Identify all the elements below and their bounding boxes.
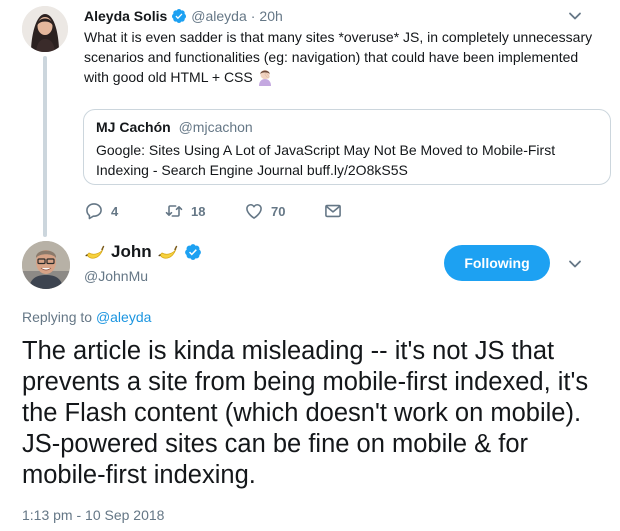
heart-icon [246,203,262,219]
parent-tweet-header: Aleyda Solis @aleyda · 20h [84,6,283,26]
main-tweet-name-row[interactable]: John [84,240,202,264]
author-name[interactable]: Aleyda Solis [84,8,167,24]
like-count: 70 [271,203,286,219]
main-tweet-timestamp[interactable]: 1:13 pm - 10 Sep 2018 [22,507,164,523]
reply-count: 4 [111,203,119,219]
parent-tweet-body: What it is even sadder is that many site… [84,29,593,85]
retweet-icon [165,205,183,217]
avatar-aleyda[interactable] [22,6,68,52]
envelope-icon [325,204,341,218]
like-button[interactable]: 70 [244,200,285,222]
replying-mention-link[interactable]: @aleyda [96,309,151,325]
avatar-john[interactable] [22,241,70,289]
person-facepalming-emoji-icon [258,69,271,86]
retweet-button[interactable]: 18 [164,200,205,222]
verified-badge-icon [184,244,201,260]
replying-to-line: Replying to @aleyda [22,309,151,325]
quoted-author-handle: @mjcachon [178,119,253,135]
main-author-handle[interactable]: @JohnMu [84,268,148,284]
author-handle[interactable]: @aleyda [191,8,246,24]
quoted-author-name: MJ Cachón [96,119,171,135]
reply-icon [86,203,102,220]
following-button[interactable]: Following [444,245,550,281]
separator-dot: · [250,8,256,24]
main-tweet-text: The article is kinda misleading -- it's … [22,337,589,489]
replying-prefix: Replying to [22,309,93,325]
thread-line [43,56,47,237]
direct-message-button[interactable] [323,200,343,222]
quoted-tweet-header: MJ Cachón @mjcachon [96,119,253,135]
chevron-down-icon[interactable] [568,257,582,271]
banana-emoji-icon [85,245,105,259]
chevron-down-icon[interactable] [568,9,582,23]
tweet-time[interactable]: 20h [259,8,282,24]
quoted-tweet-text: Google: Sites Using A Lot of JavaScript … [96,142,556,178]
retweet-count: 18 [191,203,206,219]
reply-button[interactable]: 4 [84,200,118,222]
quoted-tweet-card[interactable]: MJ Cachón @mjcachon Google: Sites Using … [83,109,611,185]
banana-emoji-icon [158,245,177,259]
main-author-name[interactable]: John [111,242,152,262]
parent-tweet-text: What it is even sadder is that many site… [84,27,604,87]
verified-badge-icon [172,9,187,23]
